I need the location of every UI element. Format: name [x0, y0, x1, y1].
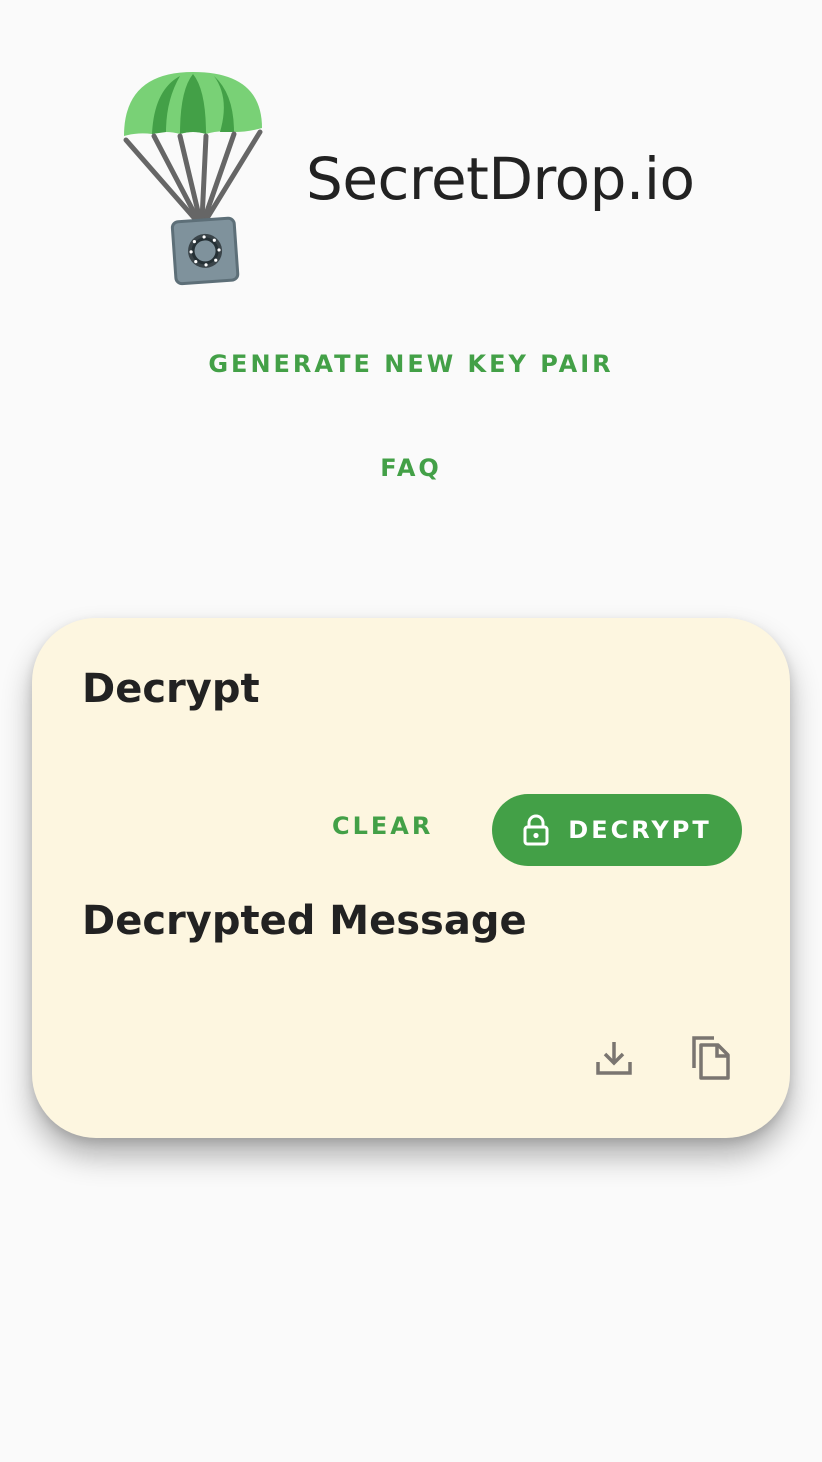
app-title: SecretDrop.io	[306, 145, 695, 213]
download-button[interactable]	[586, 1030, 642, 1086]
card-title: Decrypt	[82, 666, 260, 712]
decrypted-message-title: Decrypted Message	[82, 898, 527, 944]
generate-key-pair-button[interactable]: GENERATE NEW KEY PAIR	[0, 350, 822, 378]
decrypt-card: Decrypt CLEAR DECRYPT Decrypted Message	[32, 618, 790, 1138]
copy-icon	[692, 1036, 730, 1080]
lock-icon	[523, 814, 549, 846]
clear-button[interactable]: CLEAR	[332, 812, 433, 840]
copy-button[interactable]	[682, 1030, 738, 1086]
decrypt-button-label: DECRYPT	[568, 816, 712, 844]
parachute-safe-icon	[123, 72, 263, 286]
download-icon	[596, 1042, 632, 1075]
faq-button[interactable]: FAQ	[0, 454, 822, 482]
page: SecretDrop.io GENERATE NEW KEY PAIR FAQ …	[0, 0, 822, 1462]
decrypt-button[interactable]: DECRYPT	[492, 794, 742, 866]
